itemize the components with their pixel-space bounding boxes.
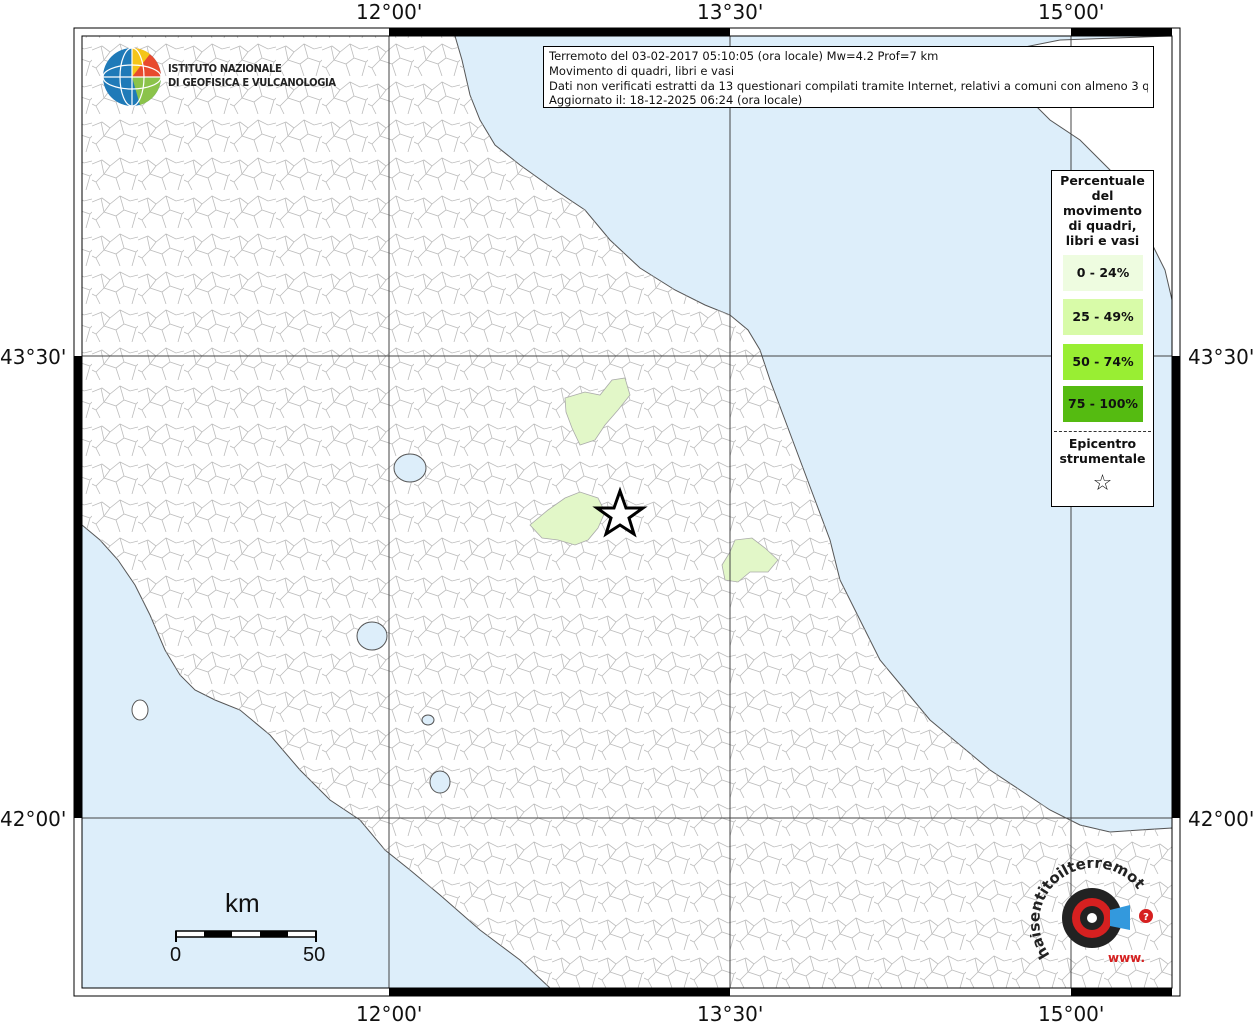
legend-epicenter-label: Epicentro strumentale	[1059, 436, 1146, 466]
ingv-logo-text: ISTITUTO NAZIONALE DI GEOFISICA E VULCAN…	[168, 62, 336, 89]
legend: Percentuale del movimento di quadri, lib…	[1051, 170, 1154, 507]
lat-label-right-1: 43°30'	[1188, 345, 1255, 369]
scale-title: km	[225, 888, 260, 918]
lon-label-bottom-1: 12°00'	[356, 1002, 423, 1026]
lon-label-top-1: 12°00'	[356, 0, 423, 24]
scale-bar: km 0 50	[170, 888, 340, 978]
event-subtitle: Movimento di quadri, libri e vasi	[549, 63, 735, 78]
lake-trasimeno	[393, 453, 427, 483]
lat-label-left-1: 43°30'	[0, 345, 67, 369]
scale-max-label: 50	[303, 944, 326, 966]
lat-label-left-2: 42°00'	[0, 807, 67, 831]
legend-title: Percentuale del movimento di quadri, lib…	[1060, 173, 1145, 248]
scale-min-label: 0	[170, 944, 182, 966]
event-info-box: Terremoto del 03-02-2017 05:10:05 (ora l…	[543, 46, 1154, 108]
lon-label-top-3: 15°00'	[1038, 0, 1105, 24]
svg-text:?: ?	[1143, 912, 1149, 923]
legend-star-icon: ☆	[1092, 471, 1113, 496]
legend-item-50-74: 50 - 74%	[1063, 344, 1143, 380]
lake-fucino	[429, 770, 451, 794]
haisentito-badge[interactable]: ? haisentitoilterremoto.it www.	[1030, 860, 1170, 980]
lon-label-top-2: 13°30'	[697, 0, 764, 24]
legend-item-75-100: 75 - 100%	[1063, 386, 1143, 422]
lon-label-bottom-3: 15°00'	[1038, 1002, 1105, 1026]
ingv-logo	[102, 47, 162, 107]
legend-item-25-49: 25 - 49%	[1063, 299, 1143, 335]
event-data-note: Dati non verificati estratti da 13 quest…	[549, 78, 1148, 93]
event-updated: Aggiornato il: 18-12-2025 06:24 (ora loc…	[549, 93, 803, 108]
lon-label-bottom-2: 13°30'	[697, 1002, 764, 1026]
event-title: Terremoto del 03-02-2017 05:10:05 (ora l…	[549, 49, 939, 63]
legend-item-0-24: 0 - 24%	[1063, 255, 1143, 291]
legend-separator	[1054, 431, 1151, 432]
lat-label-right-2: 42°00'	[1188, 807, 1255, 831]
lake-bolsena	[356, 621, 388, 651]
badge-url: www.	[1108, 951, 1145, 965]
